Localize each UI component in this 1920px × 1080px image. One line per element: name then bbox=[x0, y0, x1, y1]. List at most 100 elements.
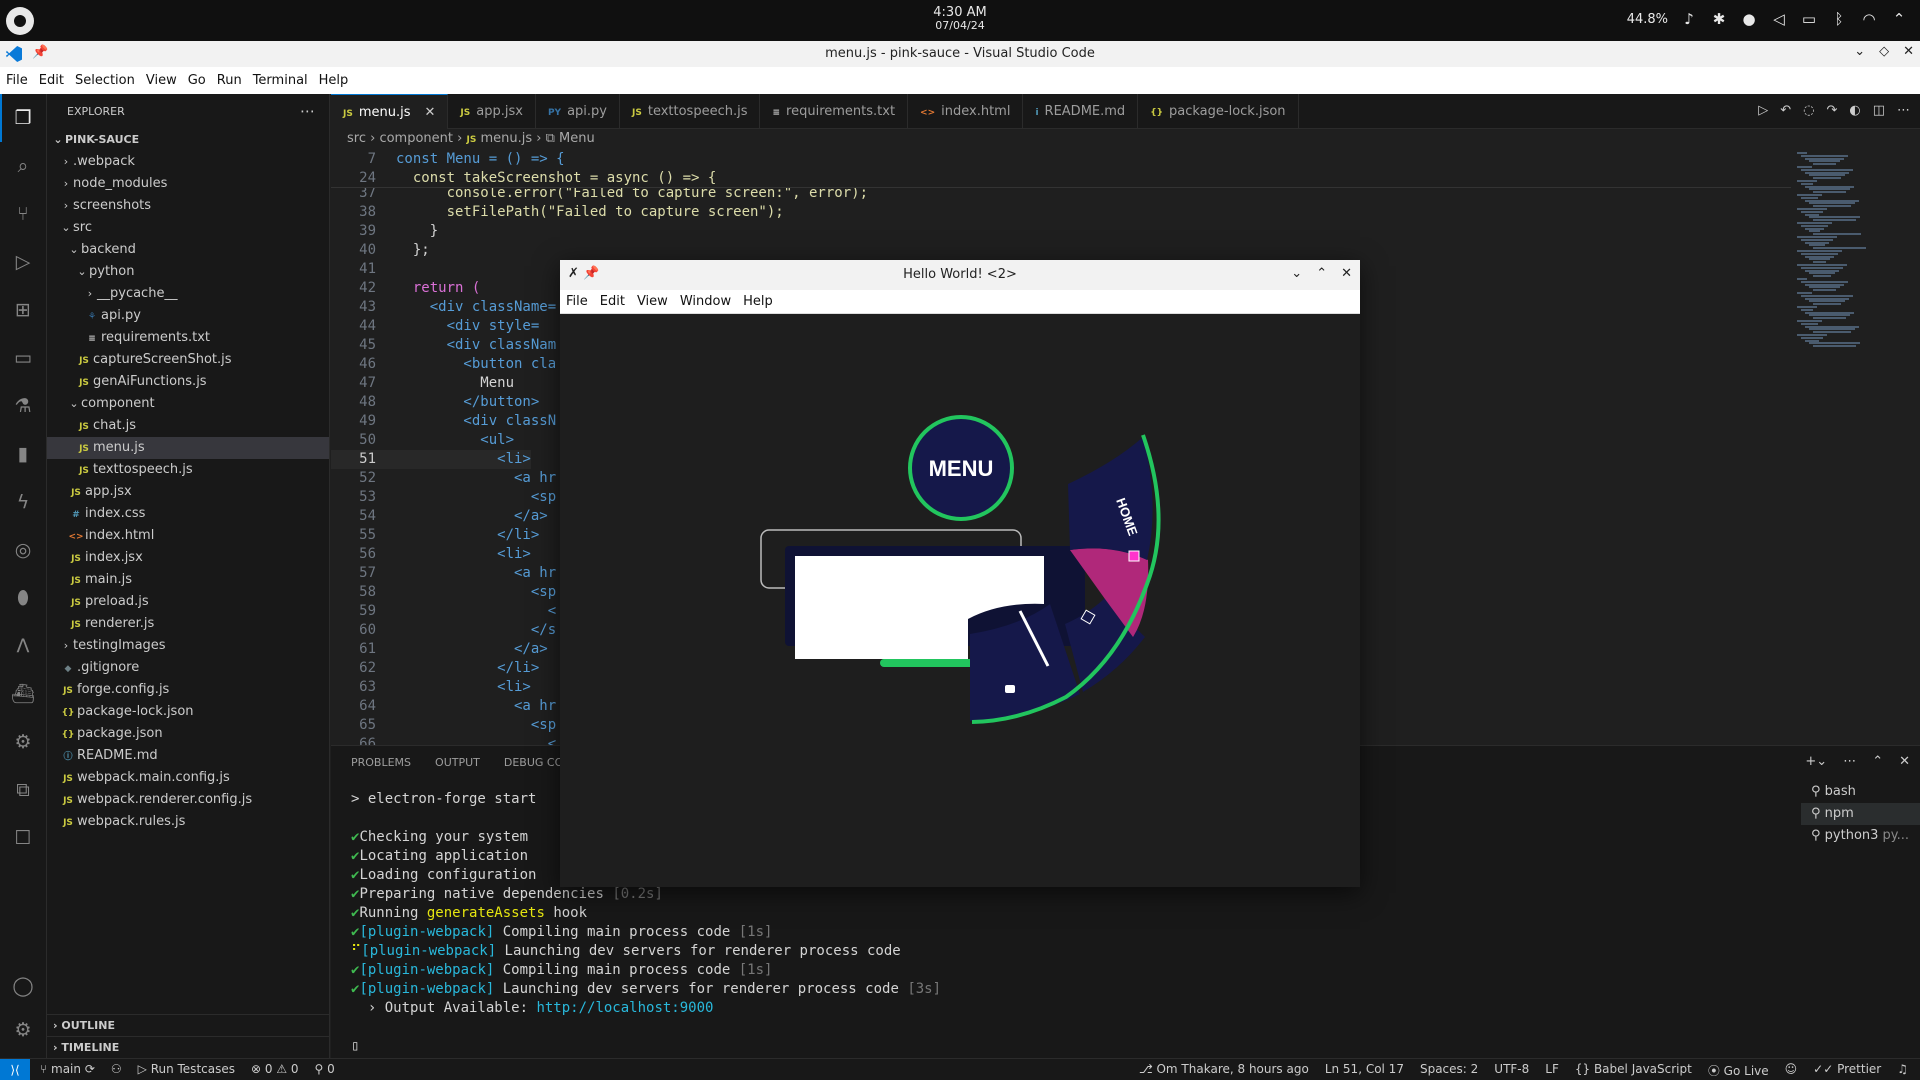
mongodb-leaf-icon[interactable]: ⬮ bbox=[11, 586, 35, 610]
git-blame[interactable]: ⎇ Om Thakare, 8 hours ago bbox=[1139, 1062, 1309, 1079]
app-menu-window[interactable]: Window bbox=[680, 294, 731, 309]
file-item[interactable]: ≡ requirements.txt bbox=[47, 327, 329, 349]
azure-icon[interactable]: Λ bbox=[11, 634, 35, 658]
encoding[interactable]: UTF-8 bbox=[1494, 1062, 1529, 1079]
file-item[interactable]: JS index.jsx bbox=[47, 547, 329, 569]
code-line[interactable]: 65 <sp bbox=[331, 716, 556, 735]
app-menu-help[interactable]: Help bbox=[743, 294, 773, 309]
cursor-position[interactable]: Ln 51, Col 17 bbox=[1325, 1062, 1404, 1079]
file-item[interactable]: # index.css bbox=[47, 503, 329, 525]
split-editor-icon[interactable]: ◫ bbox=[1873, 103, 1885, 118]
extensions-icon[interactable]: ⊞ bbox=[11, 298, 35, 322]
menu-terminal[interactable]: Terminal bbox=[253, 73, 308, 88]
file-item[interactable]: JS chat.js bbox=[47, 415, 329, 437]
notification-bell-icon[interactable]: ♪ bbox=[1680, 10, 1698, 28]
close-panel-icon[interactable]: ✕ bbox=[1899, 754, 1910, 769]
code-line[interactable]: 42 return ( bbox=[331, 279, 480, 298]
go-forward-icon[interactable]: ↷ bbox=[1826, 103, 1837, 118]
code-line[interactable]: 45 <div classNam bbox=[331, 336, 556, 355]
gitlens-icon[interactable]: ◎ bbox=[11, 538, 35, 562]
search-icon[interactable]: ⌕ bbox=[11, 154, 35, 178]
menu-edit[interactable]: Edit bbox=[39, 73, 64, 88]
thunder-client-icon[interactable]: ϟ bbox=[11, 490, 35, 514]
breadcrumb-src[interactable]: src bbox=[347, 131, 366, 146]
file-item[interactable]: JS genAiFunctions.js bbox=[47, 371, 329, 393]
prettier-status[interactable]: ✓✓ Prettier bbox=[1813, 1062, 1881, 1079]
expand-tray-icon[interactable]: ⌃ bbox=[1890, 10, 1908, 28]
menu-go[interactable]: Go bbox=[188, 73, 206, 88]
menu-help[interactable]: Help bbox=[319, 73, 349, 88]
app-menu-file[interactable]: File bbox=[566, 294, 588, 309]
folder-item[interactable]: ⌄ python bbox=[47, 261, 329, 283]
editor-tab[interactable]: JS menu.js ✕ bbox=[331, 94, 449, 129]
code-line[interactable]: 55 </li> bbox=[331, 526, 539, 545]
folder-item[interactable]: › testingImages bbox=[47, 635, 329, 657]
code-line[interactable]: 60 </s bbox=[331, 621, 556, 640]
app-menu-view[interactable]: View bbox=[637, 294, 668, 309]
file-item[interactable]: ⚘ api.py bbox=[47, 305, 329, 327]
editor-tab[interactable]: JS texttospeech.js bbox=[620, 94, 761, 129]
system-menu-logo-icon[interactable] bbox=[6, 7, 34, 35]
app-minimize-icon[interactable]: ⌄ bbox=[1291, 266, 1302, 281]
folder-item[interactable]: ⌄ component bbox=[47, 393, 329, 415]
maximize-icon[interactable]: ◇ bbox=[1879, 44, 1889, 59]
workspace-root[interactable]: ⌄ PINK-SAUCE bbox=[47, 129, 329, 151]
indentation[interactable]: Spaces: 2 bbox=[1420, 1062, 1478, 1079]
code-line[interactable]: 52 <a hr bbox=[331, 469, 556, 488]
app-close-icon[interactable]: ✕ bbox=[1341, 266, 1352, 281]
code-line[interactable]: 51 <li> bbox=[331, 450, 531, 469]
remote-indicator-icon[interactable]: ⟩⟨ bbox=[0, 1059, 30, 1080]
terminal-item-python3[interactable]: ⚲ python3 py... bbox=[1801, 825, 1920, 847]
file-item[interactable]: JS webpack.renderer.config.js bbox=[47, 789, 329, 811]
code-line[interactable]: 49 <div classN bbox=[331, 412, 556, 431]
copilot-icon[interactable]: ◐ bbox=[1849, 103, 1860, 118]
end-of-line[interactable]: LF bbox=[1545, 1062, 1559, 1079]
run-debug-icon[interactable]: ▷ bbox=[11, 250, 35, 274]
menu-file[interactable]: File bbox=[6, 73, 28, 88]
outline-section[interactable]: › OUTLINE bbox=[47, 1014, 330, 1036]
file-item[interactable]: JS webpack.main.config.js bbox=[47, 767, 329, 789]
wifi-icon[interactable]: ◠ bbox=[1860, 10, 1878, 28]
tab-problems[interactable]: PROBLEMS bbox=[351, 756, 411, 769]
settings-gear-icon[interactable]: ⚙ bbox=[11, 1018, 35, 1042]
editor-tab[interactable]: <> index.html bbox=[908, 94, 1024, 129]
app-menu-edit[interactable]: Edit bbox=[600, 294, 625, 309]
file-item[interactable]: JS preload.js bbox=[47, 591, 329, 613]
new-terminal-icon[interactable]: +⌄ bbox=[1805, 754, 1827, 769]
notifications-bell-icon[interactable]: ♫ bbox=[1897, 1062, 1908, 1079]
accounts-icon[interactable]: ⚇ bbox=[111, 1062, 122, 1076]
folder-item[interactable]: › __pycache__ bbox=[47, 283, 329, 305]
breadcrumb-symbol[interactable]: Menu bbox=[559, 131, 595, 146]
branch-status[interactable]: ⑂ main ⟳ bbox=[40, 1062, 95, 1076]
code-line[interactable]: 48 </button> bbox=[331, 393, 539, 412]
file-item[interactable]: JS forge.config.js bbox=[47, 679, 329, 701]
code-line[interactable]: 46 <button cla bbox=[331, 355, 556, 374]
sticky-line[interactable]: 24 const takeScreenshot = async () => { bbox=[331, 169, 716, 188]
code-line[interactable]: 64 <a hr bbox=[331, 697, 556, 716]
testing-icon[interactable]: ⚗ bbox=[11, 394, 35, 418]
code-line[interactable]: 43 <div className= bbox=[331, 298, 556, 317]
terminal-item-bash[interactable]: ⚲ bash bbox=[1801, 781, 1920, 803]
sector-home[interactable] bbox=[1068, 437, 1153, 560]
containers-icon[interactable]: ⚙ bbox=[11, 730, 35, 754]
chat-icon[interactable]: ☐ bbox=[11, 826, 35, 850]
code-line[interactable]: 41 bbox=[331, 260, 396, 279]
code-line[interactable]: 63 <li> bbox=[331, 678, 531, 697]
timeline-section[interactable]: › TIMELINE bbox=[47, 1036, 330, 1058]
code-line[interactable]: 57 <a hr bbox=[331, 564, 556, 583]
file-item[interactable]: JS menu.js bbox=[47, 437, 329, 459]
run-testcases[interactable]: ▷ Run Testcases bbox=[138, 1062, 235, 1076]
app-maximize-icon[interactable]: ⌃ bbox=[1316, 266, 1327, 281]
file-item[interactable]: <>index.html bbox=[47, 525, 329, 547]
docker-icon[interactable]: ⛴ bbox=[11, 682, 35, 706]
source-control-icon[interactable]: ⑂ bbox=[11, 202, 35, 226]
code-line[interactable]: 40 }; bbox=[331, 241, 430, 260]
copilot-status-icon[interactable]: ☺ bbox=[1785, 1062, 1798, 1079]
run-icon[interactable]: ▷ bbox=[1758, 103, 1768, 118]
editor-tab[interactable]: PY api.py bbox=[536, 94, 620, 129]
code-line[interactable]: 58 <sp bbox=[331, 583, 556, 602]
bluetooth-icon[interactable]: ᛒ bbox=[1830, 10, 1848, 28]
more-actions-icon[interactable]: ⋯ bbox=[300, 102, 315, 120]
editor-tab[interactable]: i README.md bbox=[1023, 94, 1139, 129]
breadcrumb-component[interactable]: component bbox=[379, 131, 453, 146]
